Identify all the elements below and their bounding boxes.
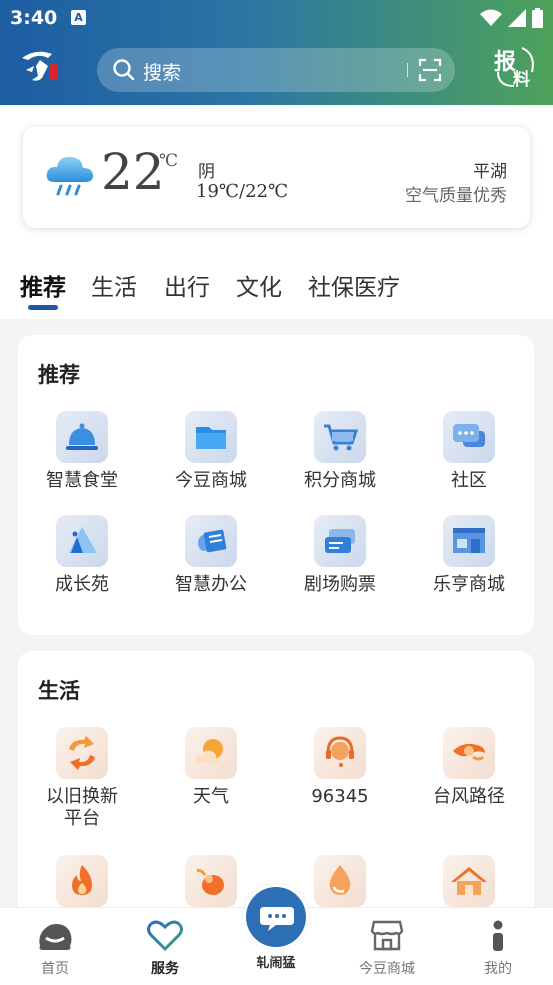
storefront-icon [443, 515, 495, 567]
service-item[interactable]: 剧场购票 [276, 515, 404, 596]
nav-shop[interactable]: 今豆商城 [332, 908, 442, 978]
nav-label: 今豆商城 [359, 961, 415, 977]
dining-cloche-icon [56, 411, 108, 463]
chat-bubbles-icon [443, 411, 495, 463]
temperature-range: 19℃/22℃ [196, 181, 289, 202]
notification-icon: A [71, 10, 86, 25]
service-item[interactable]: 今豆商城 [147, 411, 275, 492]
chat-fab-button[interactable] [243, 884, 309, 950]
search-placeholder: 搜索 [143, 62, 182, 84]
typhoon-eye-icon [443, 727, 495, 779]
chat-fab-label: 轧闹猛 [256, 956, 296, 971]
system-icons [480, 8, 543, 28]
tab-travel[interactable]: 出行 [164, 268, 210, 302]
house-icon [443, 855, 495, 907]
water-drop-icon [314, 855, 366, 907]
app-logo[interactable] [18, 44, 64, 88]
nav-service[interactable]: 服务 [110, 908, 220, 978]
search-bar[interactable]: 搜索 [97, 48, 455, 92]
service-label: 今豆商城 [175, 470, 247, 491]
nav-label: 首页 [41, 961, 69, 977]
tab-life[interactable]: 生活 [91, 268, 137, 302]
service-item[interactable]: 乐亨商城 [405, 515, 533, 596]
sun-cloud-icon [185, 727, 237, 779]
battery-icon [532, 8, 543, 28]
service-item[interactable]: 智慧办公 [147, 515, 275, 596]
service-item[interactable]: 社区 [405, 411, 533, 492]
category-tabs: 推荐 生活 出行 文化 社保医疗 [0, 268, 553, 313]
wifi-icon [480, 9, 502, 26]
app-header: 3:40 A 搜索 报 料 [0, 0, 553, 105]
status-time: 3:40 [10, 7, 58, 29]
weather-card[interactable]: 22 ℃ 阴 19℃/22℃ 平湖 空气质量优秀 [23, 127, 530, 228]
service-item[interactable]: 天气 [147, 727, 275, 808]
service-label: 剧场购票 [304, 574, 376, 595]
chat-fab-icon [260, 907, 294, 931]
search-icon [113, 59, 135, 81]
service-label: 智慧办公 [175, 574, 247, 595]
service-label: 天气 [193, 786, 229, 807]
nav-home[interactable]: 首页 [0, 908, 110, 978]
temperature-unit: ℃ [159, 151, 179, 171]
shop-icon [370, 920, 404, 951]
section-title: 生活 [38, 679, 80, 703]
hotline-headset-icon [314, 727, 366, 779]
service-label: 成长苑 [55, 574, 109, 595]
weather-condition: 阴 [198, 162, 215, 182]
nav-mine[interactable]: 我的 [443, 908, 553, 978]
service-label: 台风路径 [433, 786, 505, 807]
service-item[interactable]: 台风路径 [405, 727, 533, 808]
weather-location: 平湖 [473, 162, 507, 182]
flame-icon [56, 855, 108, 907]
service-item[interactable]: 以旧换新平台 [18, 727, 146, 830]
exchange-arrows-icon [56, 727, 108, 779]
service-label: 积分商城 [304, 470, 376, 491]
tab-social-medical[interactable]: 社保医疗 [308, 268, 400, 302]
service-item[interactable]: 智慧食堂 [18, 411, 146, 492]
service-item[interactable]: 积分商城 [276, 411, 404, 492]
service-label: 智慧食堂 [46, 470, 118, 491]
service-item[interactable]: 96345 [276, 727, 404, 808]
service-label: 以旧换新平台 [46, 786, 118, 829]
temperature: 22 [101, 143, 165, 201]
service-item[interactable] [405, 855, 533, 907]
tab-recommend[interactable]: 推荐 [20, 268, 66, 302]
report-button[interactable]: 报 料 [492, 42, 536, 90]
air-quality: 空气质量优秀 [405, 186, 507, 206]
service-label: 社区 [451, 470, 487, 491]
mouse-icon [185, 855, 237, 907]
nav-label: 服务 [151, 961, 179, 977]
section-title: 推荐 [38, 363, 80, 387]
tab-indicator [28, 305, 58, 310]
section-recommend: 推荐 智慧食堂 今豆商城 积分商城 社区 成长苑 智慧办公 剧场购票 乐亨商城 [18, 335, 534, 635]
tab-culture[interactable]: 文化 [236, 268, 282, 302]
ticket-icon [314, 515, 366, 567]
info-person-icon [493, 920, 503, 951]
heart-icon [147, 920, 183, 952]
growth-triangle-icon [56, 515, 108, 567]
service-item[interactable]: 成长苑 [18, 515, 146, 596]
search-divider [407, 63, 408, 77]
status-bar: 3:40 A [0, 0, 553, 38]
rain-cloud-icon [46, 156, 93, 196]
home-face-icon [39, 924, 72, 950]
service-label: 96345 [311, 786, 369, 807]
nav-label: 我的 [484, 961, 512, 977]
report-label-2: 料 [513, 70, 530, 90]
scan-icon[interactable] [418, 58, 442, 82]
shopping-cart-icon [314, 411, 366, 463]
signal-icon [508, 9, 526, 27]
shopping-box-icon [185, 411, 237, 463]
service-label: 乐亨商城 [433, 574, 505, 595]
service-item[interactable] [18, 855, 146, 907]
office-document-icon [185, 515, 237, 567]
